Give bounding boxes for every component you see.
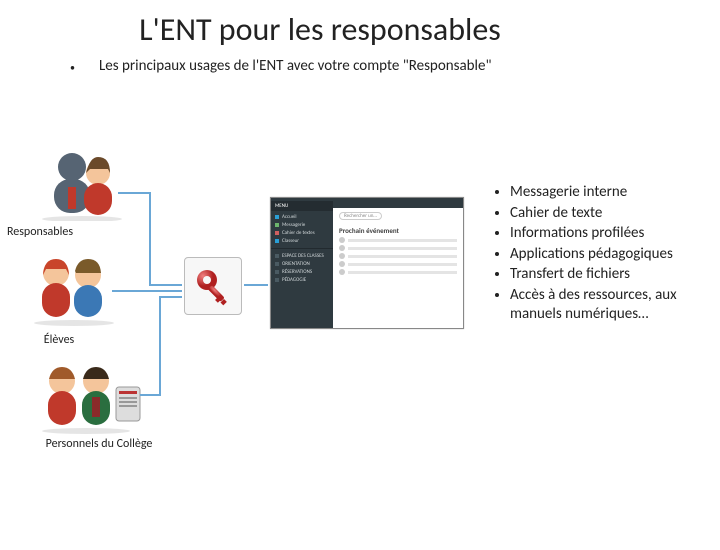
ent-screenshot: MENU Accueil Messagerie Cahier de textes…: [270, 197, 464, 329]
screenshot-menu-item: PÉDAGOGIE: [271, 276, 333, 284]
screenshot-menu-item: Cahier de textes: [271, 229, 333, 237]
screenshot-menu-item: ESPACE DES CLASSES: [271, 252, 333, 260]
screenshot-menu-item: Messagerie: [271, 221, 333, 229]
screenshot-sidebar: MENU Accueil Messagerie Cahier de textes…: [271, 198, 333, 328]
screenshot-topbar: [333, 198, 463, 208]
screenshot-section-title: Prochain événement: [339, 226, 457, 235]
screenshot-menu-item: ORIENTATION: [271, 260, 333, 268]
page-title: L'ENT pour les responsables: [60, 10, 580, 49]
responsables-label: Responsables: [0, 225, 80, 239]
key-icon: [184, 257, 242, 315]
screenshot-menu-item: RÉSERVATIONS: [271, 268, 333, 276]
feature-item: Informations profilées: [510, 224, 710, 244]
subtitle-row: • Les principaux usages de l'ENT avec vo…: [70, 57, 720, 75]
responsables-avatars: [40, 147, 124, 221]
eleves-label: Élèves: [34, 333, 84, 347]
feature-item: Applications pédagogiques: [510, 245, 710, 265]
eleves-avatars: [30, 253, 118, 327]
personnels-avatars: [36, 361, 146, 435]
feature-item: Messagerie interne: [510, 183, 710, 203]
screenshot-search-pill: Rechercher un…: [339, 212, 382, 220]
subtitle-text: Les principaux usages de l'ENT avec votr…: [99, 57, 491, 75]
screenshot-menu-header: MENU: [271, 201, 333, 211]
bullet-icon: •: [70, 61, 75, 74]
feature-item: Transfert de fichiers: [510, 265, 710, 285]
screenshot-main: Rechercher un… Prochain événement: [333, 198, 463, 328]
feature-item: Accès à des ressources, aux manuels numé…: [510, 286, 710, 325]
screenshot-menu-item: Classeur: [271, 237, 333, 245]
features-list: Messagerie interne Cahier de texte Infor…: [490, 183, 710, 326]
screenshot-menu-item: Accueil: [271, 213, 333, 221]
personnels-label: Personnels du Collège: [34, 437, 164, 451]
feature-item: Cahier de texte: [510, 204, 710, 224]
